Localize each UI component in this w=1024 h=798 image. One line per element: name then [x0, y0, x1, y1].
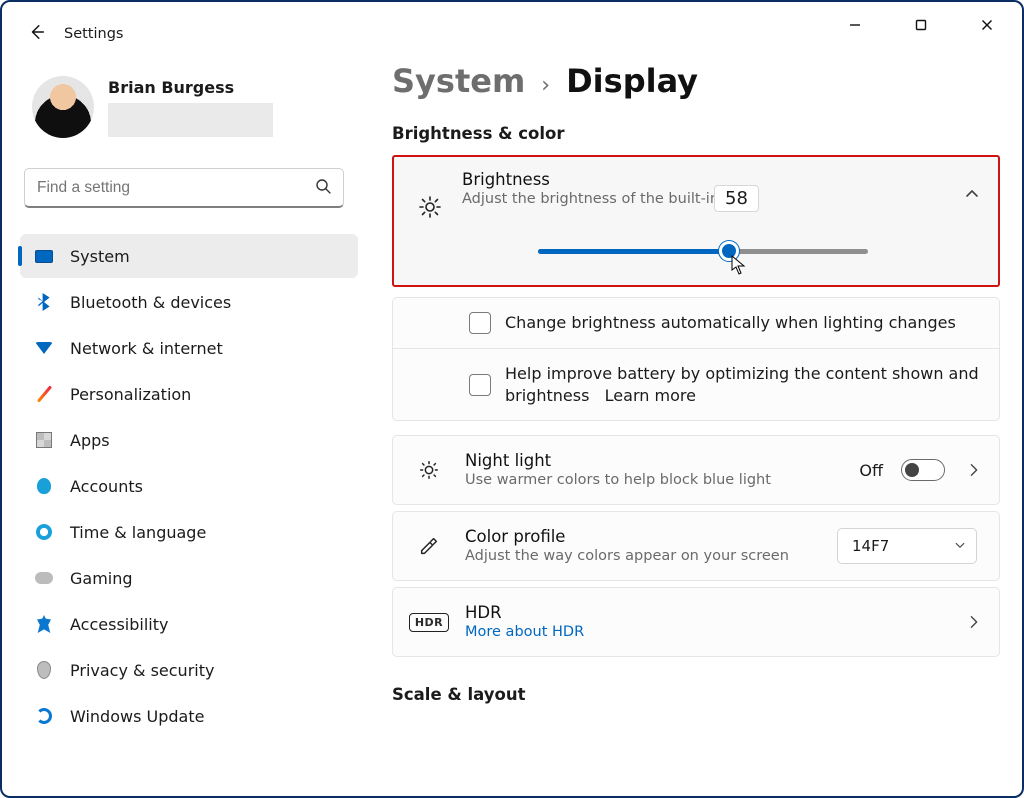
night-light-subtitle: Use warmer colors to help block blue lig…	[465, 471, 855, 491]
sidebar-item-label: Accessibility	[70, 615, 168, 634]
sidebar-item-label: Apps	[70, 431, 110, 450]
sidebar-item-label: Bluetooth & devices	[70, 293, 231, 312]
sidebar-item-apps[interactable]: Apps	[20, 418, 358, 462]
breadcrumb-current: Display	[566, 62, 698, 100]
battery-optimize-row[interactable]: Help improve battery by optimizing the c…	[392, 348, 1000, 421]
chevron-down-icon	[954, 537, 966, 555]
sidebar-item-system[interactable]: System	[20, 234, 358, 278]
slider-fill	[538, 249, 729, 254]
bluetooth-icon	[34, 292, 54, 312]
chevron-right-icon: ›	[541, 73, 550, 98]
hdr-title: HDR	[465, 602, 959, 623]
auto-brightness-label: Change brightness automatically when lig…	[505, 312, 981, 334]
sidebar-item-label: Windows Update	[70, 707, 204, 726]
chevron-up-icon[interactable]	[964, 186, 980, 202]
sidebar-item-label: System	[70, 247, 130, 266]
search-input-wrap[interactable]	[24, 168, 344, 208]
search-icon	[315, 178, 331, 198]
sidebar-item-privacy[interactable]: Privacy & security	[20, 648, 358, 692]
profile-block[interactable]: Brian Burgess	[2, 52, 372, 146]
nav-list: System Bluetooth & devices Network & int…	[2, 218, 372, 738]
brightness-expander[interactable]: Brightness Adjust the brightness of the …	[392, 155, 1000, 287]
sidebar: Settings Brian Burgess System	[2, 4, 372, 796]
sidebar-item-label: Network & internet	[70, 339, 223, 358]
section-brightness-color: Brightness & color	[392, 124, 1000, 143]
sidebar-item-label: Personalization	[70, 385, 191, 404]
sidebar-item-bluetooth[interactable]: Bluetooth & devices	[20, 280, 358, 324]
update-icon	[34, 706, 54, 726]
chevron-right-icon[interactable]	[967, 615, 981, 629]
hdr-link[interactable]: More about HDR	[465, 623, 959, 643]
battery-optimize-checkbox[interactable]	[469, 374, 491, 396]
sidebar-item-time-language[interactable]: Time & language	[20, 510, 358, 554]
sidebar-item-personalization[interactable]: Personalization	[20, 372, 358, 416]
shield-icon	[34, 660, 54, 680]
chevron-right-icon[interactable]	[967, 463, 981, 477]
color-profile-select[interactable]: 14F7	[837, 528, 977, 564]
brightness-tooltip: 58	[714, 185, 759, 212]
brightness-slider[interactable]	[538, 241, 868, 263]
apps-icon	[34, 430, 54, 450]
sun-icon	[398, 169, 462, 219]
battery-optimize-label: Help improve battery by optimizing the c…	[505, 364, 979, 405]
sidebar-item-windows-update[interactable]: Windows Update	[20, 694, 358, 738]
back-button[interactable]	[28, 23, 46, 46]
sidebar-item-gaming[interactable]: Gaming	[20, 556, 358, 600]
color-profile-value: 14F7	[852, 537, 889, 555]
brush-icon	[34, 384, 54, 404]
search-input[interactable]	[25, 169, 343, 206]
section-scale-layout: Scale & layout	[392, 685, 1000, 704]
clock-globe-icon	[34, 522, 54, 542]
eyedropper-icon	[397, 535, 461, 557]
maximize-button[interactable]	[898, 9, 944, 41]
learn-more-link[interactable]: Learn more	[605, 386, 696, 405]
main-content: System › Display Brightness & color	[372, 4, 1022, 796]
avatar	[32, 76, 94, 138]
app-title: Settings	[64, 26, 123, 42]
person-icon	[34, 476, 54, 496]
sidebar-item-label: Privacy & security	[70, 661, 214, 680]
hdr-row[interactable]: HDR HDR More about HDR	[392, 587, 1000, 657]
display-icon	[34, 246, 54, 266]
slider-thumb[interactable]	[719, 241, 739, 261]
auto-brightness-row[interactable]: Change brightness automatically when lig…	[392, 297, 1000, 348]
wifi-icon	[34, 338, 54, 358]
sidebar-item-accessibility[interactable]: Accessibility	[20, 602, 358, 646]
gamepad-icon	[34, 568, 54, 588]
sidebar-item-label: Time & language	[70, 523, 206, 542]
breadcrumb: System › Display	[392, 62, 1000, 100]
sidebar-item-network[interactable]: Network & internet	[20, 326, 358, 370]
auto-brightness-checkbox[interactable]	[469, 312, 491, 334]
accessibility-icon	[34, 614, 54, 634]
moon-icon	[397, 459, 461, 481]
night-light-state: Off	[859, 461, 883, 480]
sidebar-item-accounts[interactable]: Accounts	[20, 464, 358, 508]
sidebar-item-label: Gaming	[70, 569, 133, 588]
sidebar-item-label: Accounts	[70, 477, 143, 496]
night-light-title: Night light	[465, 450, 855, 471]
color-profile-row[interactable]: Color profile Adjust the way colors appe…	[392, 511, 1000, 581]
brightness-subtitle: Adjust the brightness of the built-in	[462, 190, 964, 210]
profile-name: Brian Burgess	[108, 78, 273, 97]
minimize-button[interactable]	[832, 9, 878, 41]
hdr-icon: HDR	[397, 613, 461, 632]
close-button[interactable]	[964, 9, 1010, 41]
breadcrumb-parent[interactable]: System	[392, 62, 525, 100]
color-profile-title: Color profile	[465, 526, 833, 547]
color-profile-subtitle: Adjust the way colors appear on your scr…	[465, 547, 833, 567]
night-light-row[interactable]: Night light Use warmer colors to help bl…	[392, 435, 1000, 505]
night-light-toggle[interactable]	[901, 459, 945, 481]
profile-email-placeholder	[108, 103, 273, 137]
title-bar	[832, 2, 1022, 42]
brightness-title: Brightness	[462, 169, 964, 190]
